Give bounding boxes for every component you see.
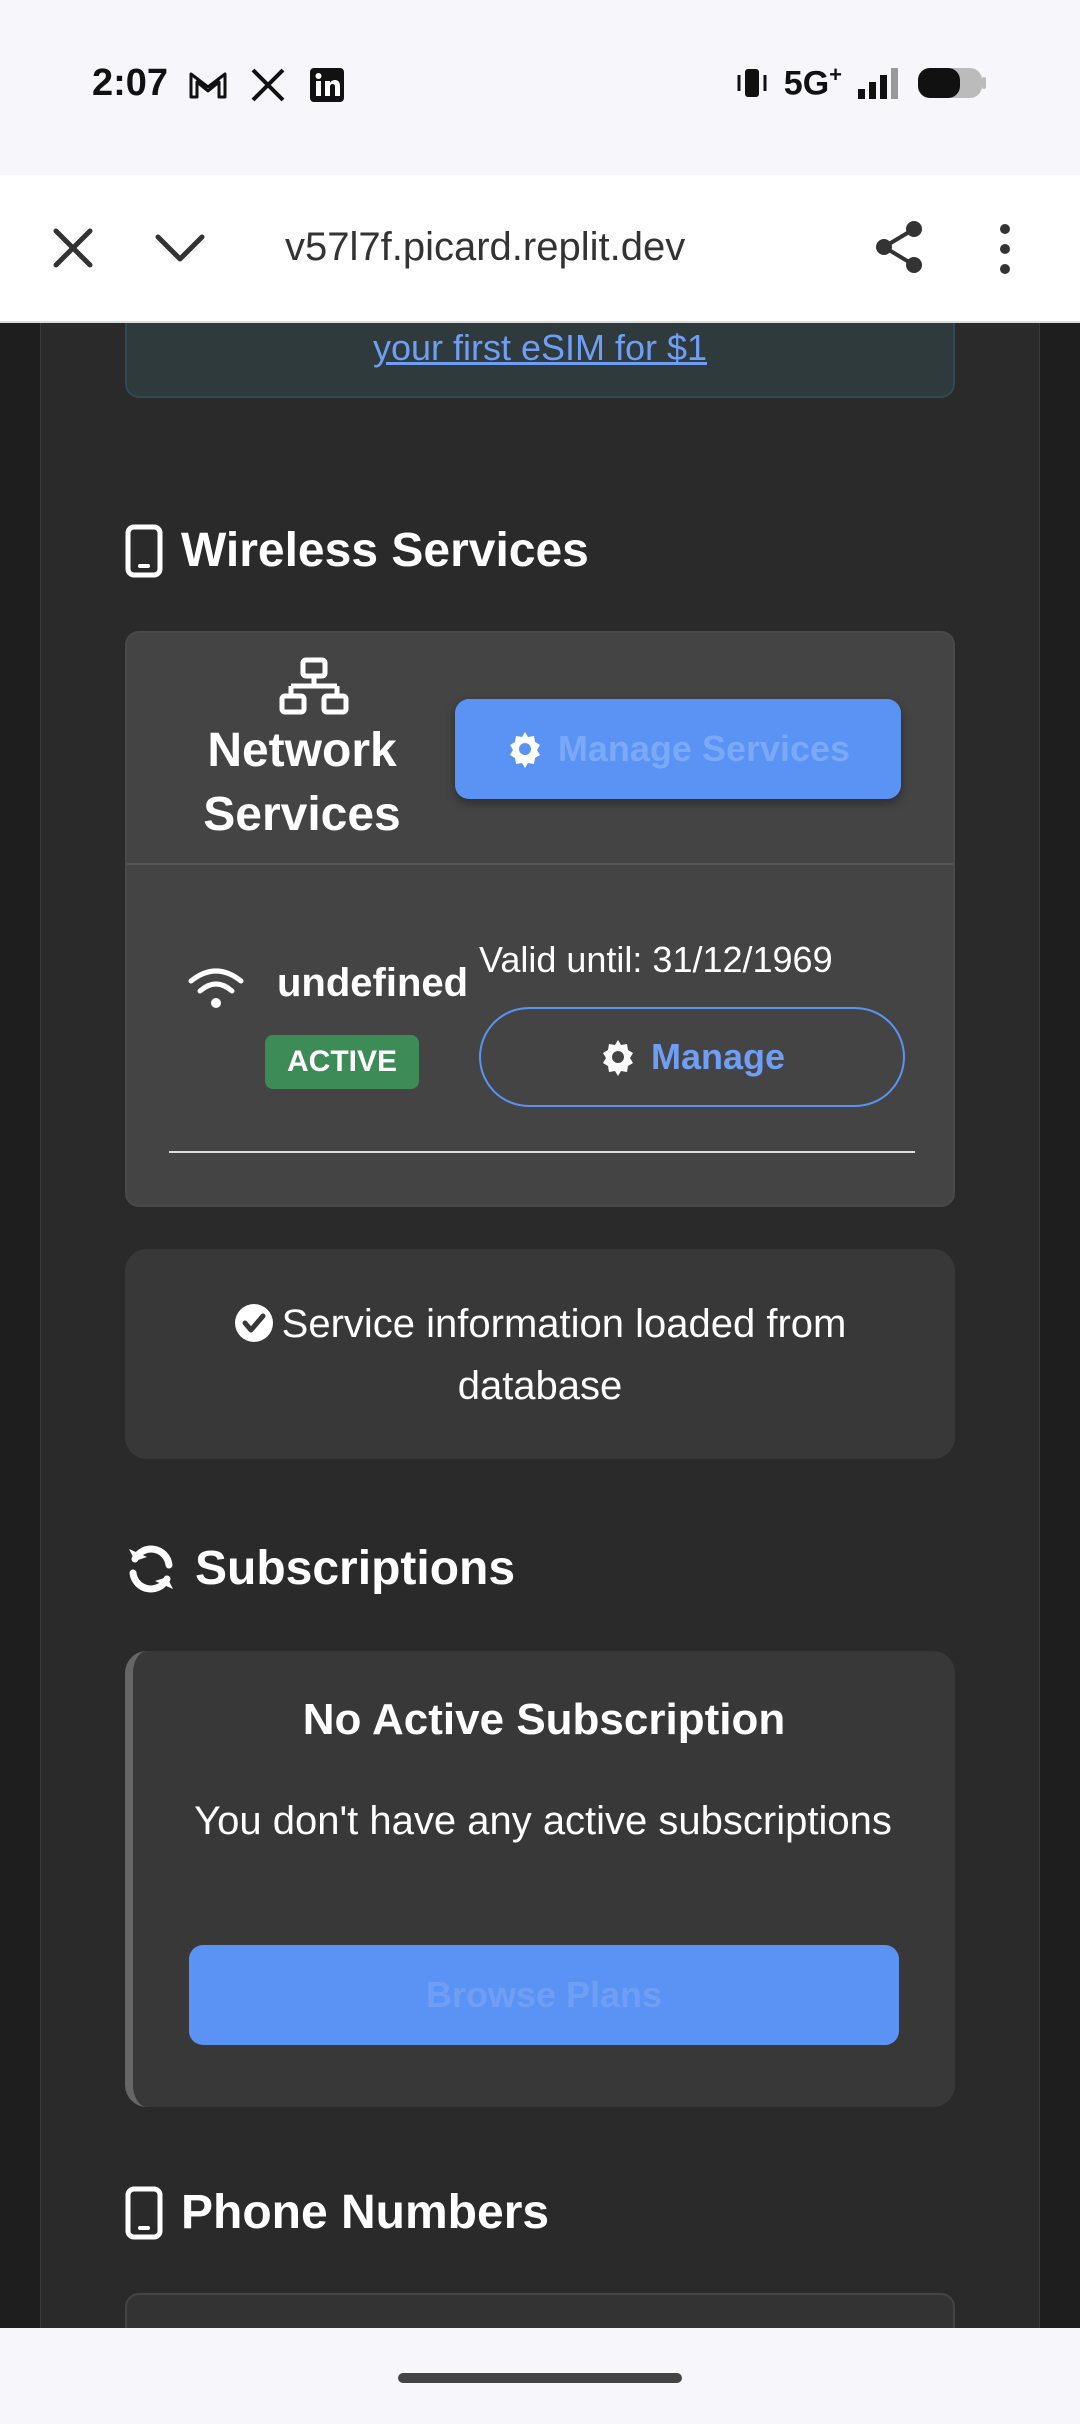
manage-button[interactable]: Manage bbox=[479, 1007, 905, 1107]
network-services-title: Network Services bbox=[203, 724, 401, 841]
gear-icon bbox=[509, 732, 540, 768]
network-services-header: Network Services Manage Services bbox=[127, 633, 953, 865]
valid-until-text: Valid until: 31/12/1969 bbox=[479, 939, 833, 980]
url-display[interactable]: v57l7f.picard.replit.dev bbox=[285, 225, 685, 270]
vibrate-icon bbox=[737, 68, 767, 97]
refresh-icon bbox=[129, 1545, 173, 1592]
status-time: 2:07 bbox=[92, 62, 169, 104]
system-nav-bar bbox=[0, 2328, 1080, 2424]
manage-label: Manage bbox=[650, 1036, 786, 1077]
gear-icon bbox=[602, 1040, 633, 1076]
chevron-down-icon[interactable] bbox=[152, 223, 208, 273]
browser-toolbar: v57l7f.picard.replit.dev bbox=[0, 175, 1080, 323]
wireless-section-title: Wireless Services bbox=[125, 523, 589, 578]
section-title-text: Wireless Services bbox=[181, 524, 589, 577]
phone-numbers-section-title: Phone Numbers bbox=[125, 2185, 549, 2240]
empty-description: You don't have any active subscriptions bbox=[194, 1799, 892, 1843]
more-options-icon[interactable] bbox=[990, 219, 1020, 279]
close-icon[interactable] bbox=[48, 223, 98, 273]
wifi-icon bbox=[188, 968, 244, 1008]
manage-services-label: Manage Services bbox=[557, 728, 851, 769]
subscription-empty-card: No Active Subscription You don't have an… bbox=[125, 1651, 955, 2107]
network-type: 5G+ bbox=[783, 62, 842, 103]
web-viewport[interactable]: your first eSIM for $1 Wireless Services… bbox=[0, 323, 1080, 2328]
section-title-text: Subscriptions bbox=[195, 1542, 516, 1595]
empty-title: No Active Subscription bbox=[302, 1695, 786, 1744]
battery-icon bbox=[918, 67, 986, 98]
status-badge: ACTIVE bbox=[265, 1035, 420, 1089]
network-services-card: Network Services Manage Services undefin… bbox=[125, 631, 955, 1207]
mobile-phone-icon bbox=[125, 524, 163, 577]
x-icon bbox=[251, 68, 285, 102]
network-icon bbox=[279, 657, 349, 715]
linkedin-icon bbox=[310, 68, 344, 102]
share-icon[interactable] bbox=[872, 219, 928, 275]
divider bbox=[169, 1151, 915, 1153]
status-app-icons bbox=[188, 66, 346, 104]
page-content: your first eSIM for $1 Wireless Services… bbox=[40, 323, 1040, 2328]
browse-plans-button[interactable]: Browse Plans bbox=[189, 1945, 899, 2045]
gmail-icon bbox=[189, 72, 227, 99]
mobile-phone-icon bbox=[125, 2186, 163, 2239]
manage-services-button[interactable]: Manage Services bbox=[455, 699, 901, 799]
promo-banner: your first eSIM for $1 bbox=[125, 323, 955, 398]
info-message: Service information loaded from database bbox=[281, 1302, 847, 1408]
status-bar: 2:07 5G+ bbox=[0, 0, 1080, 175]
subscriptions-section-title: Subscriptions bbox=[125, 1541, 515, 1596]
promo-link[interactable]: your first eSIM for $1 bbox=[127, 327, 953, 369]
service-info-message: Service information loaded from database bbox=[125, 1249, 955, 1459]
info-text-block: Service information loaded from database bbox=[165, 1293, 915, 1417]
status-indicators: 5G+ bbox=[734, 62, 988, 103]
section-title-text: Phone Numbers bbox=[181, 2186, 550, 2239]
check-circle-icon bbox=[234, 1304, 273, 1342]
phone-numbers-card bbox=[125, 2293, 955, 2328]
service-row: undefined ACTIVE Valid until: 31/12/1969… bbox=[127, 867, 953, 1207]
signal-icon bbox=[858, 67, 898, 99]
service-name: undefined bbox=[277, 961, 469, 1005]
home-gesture-handle[interactable] bbox=[398, 2373, 682, 2383]
